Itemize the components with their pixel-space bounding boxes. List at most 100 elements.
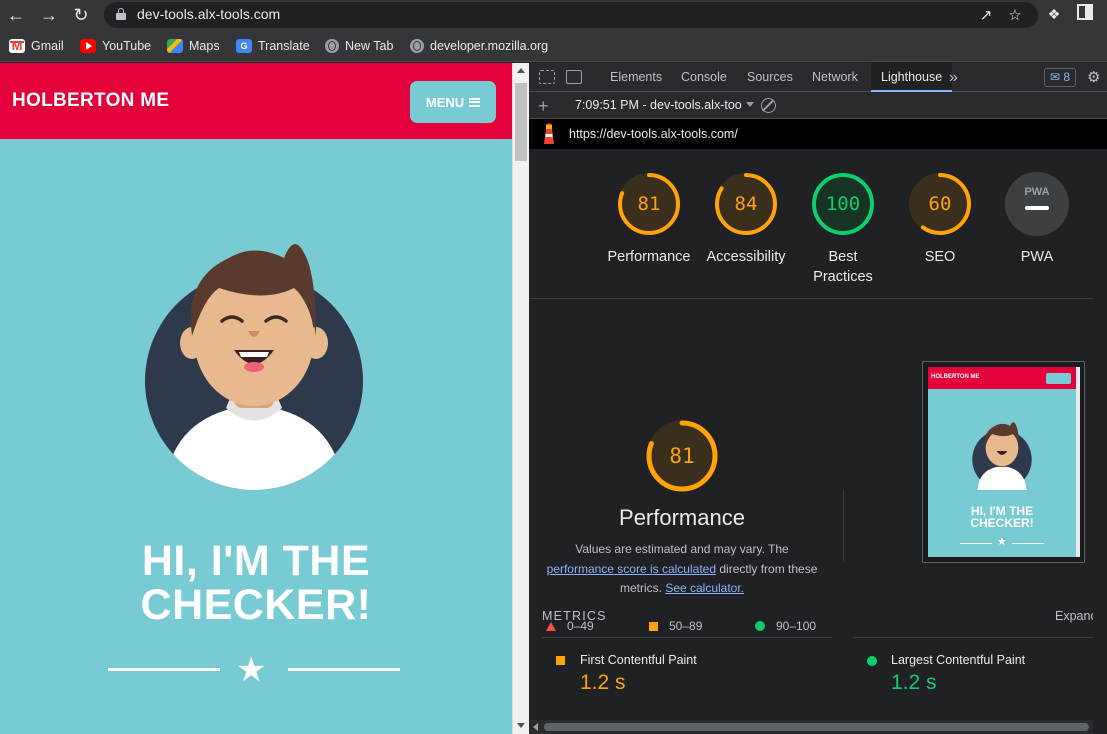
bookmark-gmail[interactable]: Gmail xyxy=(9,37,64,55)
score-ring: 81 xyxy=(618,173,680,235)
back-icon[interactable]: ← xyxy=(4,3,28,27)
hero-title: HI, I'M THE CHECKER! xyxy=(0,539,512,627)
description-text: directly from these xyxy=(719,561,818,576)
expand-view-toggle[interactable]: Expand view xyxy=(1055,609,1093,623)
youtube-icon xyxy=(80,39,96,53)
bookmark-label: YouTube xyxy=(102,39,152,53)
final-screenshot[interactable]: HOLBERTON ME HI, I'M THE CHECKER! ★ xyxy=(922,361,1085,563)
globe-icon xyxy=(325,39,339,53)
tab-elements[interactable]: Elements xyxy=(600,63,672,92)
scrollbar-thumb[interactable] xyxy=(544,723,1089,731)
metric-name: Largest Contentful Paint xyxy=(891,653,1026,667)
gauge-performance[interactable]: 81 Performance xyxy=(599,171,699,267)
legend-range: 90–100 xyxy=(776,619,817,633)
performance-description: Values are estimated and may vary. The p… xyxy=(541,540,823,599)
metric-divider xyxy=(853,637,1093,638)
gauge-accessibility[interactable]: 84 Accessibility xyxy=(696,171,796,267)
legend-range: 50–89 xyxy=(669,619,703,633)
screenshot-logo: HOLBERTON ME xyxy=(931,374,980,380)
lock-icon[interactable] xyxy=(116,8,126,20)
menu-button[interactable]: MENU xyxy=(410,81,496,123)
address-bar-url[interactable]: dev-tools.alx-tools.com xyxy=(137,6,280,22)
page-viewport: HOLBERTON ME MENU HI, I'M THE CHECKER! ★ xyxy=(0,63,512,734)
extensions-icon[interactable]: ❖ xyxy=(1044,4,1064,24)
bookmark-new-tab[interactable]: New Tab xyxy=(325,37,393,55)
tab-lighthouse[interactable]: Lighthouse xyxy=(871,63,953,92)
bookmark-label: developer.mozilla.org xyxy=(430,39,549,53)
metric-value: 1.2 s xyxy=(580,671,626,694)
scroll-left-icon[interactable] xyxy=(533,723,538,731)
performance-title: Performance xyxy=(619,505,745,530)
site-logo[interactable]: HOLBERTON ME xyxy=(12,90,169,112)
share-icon[interactable]: ↗ xyxy=(976,6,996,26)
score-calculated-link[interactable]: performance score is calculated xyxy=(547,562,716,576)
pwa-badge-text: PWA xyxy=(1024,186,1049,198)
devtools-panel: Elements Console Sources Network Lightho… xyxy=(529,63,1107,734)
gauge-seo[interactable]: 60 SEO xyxy=(890,171,990,267)
report-select[interactable]: 7:09:51 PM - dev-tools.alx-too xyxy=(575,98,754,112)
issues-badge[interactable]: ✉ 8 xyxy=(1044,68,1077,87)
clear-icon[interactable] xyxy=(761,98,776,113)
lighthouse-logo-icon xyxy=(544,123,554,144)
bookmark-label: Translate xyxy=(258,39,310,53)
divider xyxy=(843,489,844,561)
reload-icon[interactable]: ↻ xyxy=(69,3,93,27)
report-url[interactable]: https://dev-tools.alx-tools.com/ xyxy=(569,127,738,141)
divider-line xyxy=(108,668,220,671)
tab-console[interactable]: Console xyxy=(671,63,737,92)
settings-gear-icon[interactable]: ⚙ xyxy=(1083,63,1104,92)
scrollbar-thumb[interactable] xyxy=(515,83,527,161)
bookmark-mdn[interactable]: developer.mozilla.org xyxy=(410,37,548,55)
metric-name: First Contentful Paint xyxy=(580,653,697,667)
performance-gauge-large[interactable]: 81 xyxy=(645,419,719,493)
square-icon xyxy=(556,656,565,665)
description-text: metrics. xyxy=(619,581,662,595)
chevron-double-right-icon[interactable]: » xyxy=(945,63,962,92)
score-value: 100 xyxy=(826,193,860,215)
metrics-heading: METRICS xyxy=(542,609,607,623)
inspect-element-icon[interactable] xyxy=(539,70,555,84)
description-text: Values are estimated and may vary. The xyxy=(575,542,789,556)
screenshot-scrollbar xyxy=(1076,367,1080,557)
bookmark-star-icon[interactable]: ☆ xyxy=(1005,6,1025,26)
device-toolbar-icon[interactable] xyxy=(566,70,582,84)
gmail-icon xyxy=(9,38,25,53)
bookmark-translate[interactable]: G Translate xyxy=(236,37,310,55)
dropdown-caret-icon xyxy=(745,102,754,107)
star-divider: ★ xyxy=(108,653,400,687)
page-scrollbar[interactable] xyxy=(512,63,529,734)
scroll-up-icon[interactable] xyxy=(517,68,525,73)
gauge-label-line: Best xyxy=(828,249,858,265)
report-url-bar: https://dev-tools.alx-tools.com/ xyxy=(529,119,1107,149)
lighthouse-report: 81 Performance 84 Accessibility 100 Best… xyxy=(529,149,1093,720)
see-calculator-link[interactable]: See calculator. xyxy=(665,581,744,595)
maps-icon xyxy=(167,39,183,53)
bookmark-label: Gmail xyxy=(31,39,64,53)
score-value: 81 xyxy=(669,444,694,468)
screenshot-title-line: CHECKER! xyxy=(970,516,1034,530)
plus-icon[interactable]: + xyxy=(538,96,549,117)
gauge-pwa[interactable]: PWA PWA xyxy=(987,171,1087,267)
score-ring: 100 xyxy=(812,173,874,235)
devtools-tab-bar: Elements Console Sources Network Lightho… xyxy=(529,63,1107,92)
hero-title-line: HI, I'M THE xyxy=(141,537,371,585)
devtools-horizontal-scrollbar[interactable] xyxy=(529,720,1093,734)
side-panel-icon[interactable] xyxy=(1075,4,1095,24)
scroll-down-icon[interactable] xyxy=(517,723,525,728)
gauge-best-practices[interactable]: 100 Best Practices xyxy=(793,171,893,287)
tab-network[interactable]: Network xyxy=(802,63,868,92)
translate-icon: G xyxy=(236,39,252,53)
forward-icon[interactable]: → xyxy=(37,3,61,27)
bookmark-youtube[interactable]: YouTube xyxy=(80,37,151,55)
site-header: HOLBERTON ME MENU xyxy=(0,63,512,139)
divider-line xyxy=(288,668,400,671)
bookmark-maps[interactable]: Maps xyxy=(167,37,220,55)
devtools-vertical-scrollbar[interactable] xyxy=(1093,149,1107,734)
address-bar[interactable]: dev-tools.alx-tools.com ↗ ☆ xyxy=(104,2,1038,28)
screenshot-menu-button xyxy=(1046,373,1071,384)
gauge-label: PWA xyxy=(1020,249,1054,265)
tab-sources[interactable]: Sources xyxy=(737,63,803,92)
gauge-label: Best Practices xyxy=(793,247,893,287)
bookmark-label: Maps xyxy=(189,39,220,53)
globe-icon xyxy=(410,39,424,53)
